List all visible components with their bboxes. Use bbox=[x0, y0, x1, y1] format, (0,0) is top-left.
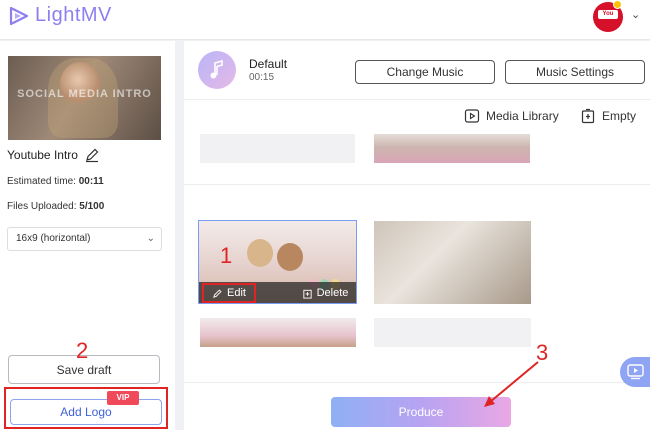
produce-button[interactable]: Produce bbox=[331, 397, 511, 427]
notification-dot bbox=[613, 0, 622, 9]
top-bar: LightMV You Tube ⌄ bbox=[0, 0, 650, 40]
user-avatar[interactable]: You Tube bbox=[593, 0, 623, 32]
add-logo-button[interactable]: Add Logo bbox=[10, 399, 162, 425]
app-brand-name: LightMV bbox=[35, 4, 112, 26]
floating-video-button[interactable] bbox=[620, 357, 650, 387]
video-tutorial-icon bbox=[627, 364, 644, 380]
callout-number-3: 3 bbox=[536, 340, 549, 365]
rename-pencil-icon[interactable] bbox=[84, 147, 100, 163]
edit-tile-button[interactable]: Edit bbox=[202, 283, 256, 303]
project-name: Youtube Intro bbox=[7, 148, 78, 162]
change-music-button[interactable]: Change Music bbox=[355, 60, 495, 84]
project-sidebar: SOCIAL MEDIA INTRO Youtube Intro Estimat… bbox=[0, 41, 175, 430]
music-track-name: Default bbox=[249, 57, 288, 71]
media-library-button[interactable]: Media Library bbox=[464, 108, 559, 124]
lightmv-logo-icon bbox=[9, 6, 29, 25]
media-tile[interactable] bbox=[374, 221, 531, 304]
delete-tile-button[interactable]: Delete bbox=[295, 283, 355, 303]
music-settings-button[interactable]: Music Settings bbox=[505, 60, 645, 84]
chevron-down-icon[interactable]: ⌄ bbox=[631, 8, 640, 21]
app-logo[interactable]: LightMV bbox=[8, 4, 112, 27]
thumbnail-overlay-text: SOCIAL MEDIA INTRO bbox=[17, 88, 152, 100]
media-library-icon bbox=[464, 109, 480, 123]
youtube-badge: You Tube bbox=[598, 10, 618, 26]
trash-icon bbox=[581, 108, 595, 124]
project-name-row: Youtube Intro bbox=[7, 147, 100, 163]
media-tile-empty[interactable] bbox=[374, 318, 531, 347]
tile-action-bar: Edit Delete bbox=[199, 282, 356, 303]
trash-icon bbox=[302, 289, 312, 299]
callout-number-2: 2 bbox=[76, 338, 89, 363]
music-duration: 00:15 bbox=[249, 72, 275, 83]
media-tile[interactable] bbox=[200, 318, 356, 347]
media-tile[interactable] bbox=[374, 134, 530, 163]
empty-button[interactable]: Empty bbox=[580, 108, 636, 124]
add-logo-highlight: Add Logo VIP bbox=[4, 387, 168, 429]
estimated-time: Estimated time: 00:11 bbox=[7, 176, 104, 187]
produce-bar: Produce bbox=[184, 382, 650, 430]
aspect-ratio-select[interactable]: 16x9 (horizontal) ⌄ bbox=[7, 227, 162, 251]
vip-badge: VIP bbox=[107, 391, 139, 405]
callout-number-1: 1 bbox=[220, 243, 233, 268]
music-note-icon bbox=[198, 51, 236, 89]
files-uploaded: Files Uploaded: 5/100 bbox=[7, 201, 105, 212]
media-tile-empty[interactable] bbox=[200, 134, 355, 163]
pencil-icon bbox=[213, 288, 222, 298]
editor-panel: Default 00:15 Change Music Music Setting… bbox=[184, 41, 650, 430]
chevron-down-icon: ⌄ bbox=[146, 233, 155, 244]
project-thumbnail: SOCIAL MEDIA INTRO bbox=[8, 56, 161, 140]
